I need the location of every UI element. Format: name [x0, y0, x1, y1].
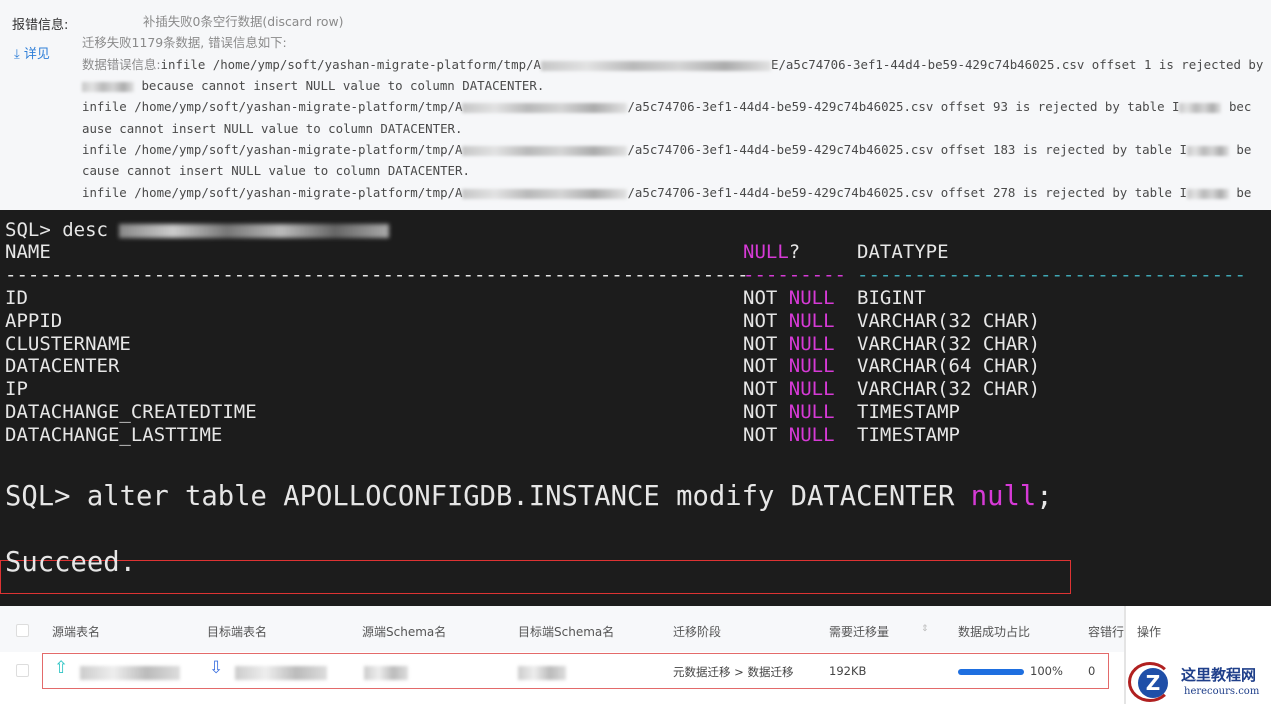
header-error-rows: 容错行 — [1088, 625, 1125, 639]
header-size[interactable]: 需要迁移量 — [829, 623, 889, 640]
header-target-table: 目标端表名 — [207, 625, 268, 639]
log-line: 数据错误信息:infile /home/ymp/soft/yashan-migr… — [82, 57, 1271, 72]
result-message: Succeed. — [5, 547, 136, 578]
fail-summary: 迁移失败1179条数据, 错误信息如下: — [82, 35, 287, 50]
header-source-table: 源端表名 — [52, 625, 101, 639]
log-line: infile /home/ymp/soft/yashan-migrate-pla… — [82, 99, 1252, 114]
alter-command: SQL> alter table APOLLOCONFIGDB.INSTANCE… — [5, 481, 1053, 512]
header-target-schema: 目标端Schema名 — [518, 625, 615, 639]
column-nullable: NOT NULL — [743, 423, 835, 446]
column-name: APPID — [5, 309, 63, 332]
col-type-header: DATATYPE — [857, 241, 949, 263]
log-line: cause cannot insert NULL value to column… — [82, 163, 470, 178]
column-nullable: NOT NULL — [743, 332, 835, 355]
column-name: DATACHANGE_CREATEDTIME — [5, 401, 257, 423]
column-datatype: VARCHAR(32 CHAR) — [857, 378, 1041, 401]
log-line: infile /home/ymp/soft/yashan-migrate-pla… — [82, 142, 1252, 157]
column-datatype: VARCHAR(64 CHAR) — [857, 355, 1041, 378]
column-nullable: NOT NULL — [743, 378, 835, 401]
column-datatype: TIMESTAMP — [857, 423, 960, 446]
details-label: 详见 — [23, 47, 50, 62]
column-name: ID — [5, 287, 28, 309]
column-nullable: NOT NULL — [743, 309, 835, 332]
column-name: CLUSTERNAME — [5, 332, 131, 355]
header-success-ratio: 数据成功占比 — [958, 625, 1031, 639]
row-checkbox[interactable] — [16, 664, 29, 677]
log-line: because cannot insert NULL value to colu… — [82, 79, 544, 93]
log-line: infile /home/ymp/soft/yashan-migrate-pla… — [82, 185, 1252, 200]
column-nullable: NOT NULL — [743, 355, 835, 378]
migration-table: 源端表名 目标端表名 源端Schema名 目标端Schema名 迁移阶段 需要迁… — [0, 606, 1271, 704]
watermark-name: 这里教程网 — [1181, 666, 1257, 684]
separator: --------- — [743, 264, 846, 286]
column-datatype: TIMESTAMP — [857, 401, 960, 423]
header-stage: 迁移阶段 — [673, 625, 722, 639]
column-nullable: NOT NULL — [743, 401, 835, 423]
sort-icon[interactable]: ⇕ — [921, 624, 929, 634]
separator: ---------------------------------- — [857, 264, 1246, 286]
logo-icon: Z — [1138, 668, 1168, 698]
download-icon: ⤓ — [14, 47, 24, 62]
desc-command: SQL> desc — [5, 219, 390, 241]
separator: ----------------------------------------… — [5, 264, 749, 286]
details-link[interactable]: ⤓ 详见 — [14, 43, 50, 62]
error-label: 报错信息: — [12, 18, 69, 33]
highlight-box — [42, 653, 1109, 689]
header-source-schema: 源端Schema名 — [362, 625, 447, 639]
header-actions: 操作 — [1137, 625, 1162, 639]
column-datatype: BIGINT — [857, 287, 926, 309]
terminal: SQL> desc NAME NULL? DATATYPE ----------… — [0, 210, 1271, 606]
discard-row-cn: 补插失败0条空行数据(discard row) — [143, 14, 344, 29]
log-line: ause cannot insert NULL value to column … — [82, 121, 463, 136]
column-datatype: VARCHAR(32 CHAR) — [857, 309, 1041, 332]
highlight-box — [0, 560, 1071, 594]
select-all-checkbox[interactable] — [16, 624, 29, 637]
error-info-panel: 报错信息: ⤓ 详见 补插失败0条空行数据(discard row) 迁移失败1… — [0, 0, 1271, 210]
column-name: DATACENTER — [5, 355, 120, 378]
column-datatype: VARCHAR(32 CHAR) — [857, 332, 1041, 355]
col-name-header: NAME — [5, 241, 51, 263]
watermark-domain: herecours.com — [1184, 686, 1260, 697]
column-name: DATACHANGE_LASTTIME — [5, 423, 223, 446]
column-nullable: NOT NULL — [743, 287, 835, 309]
col-null-header: NULL? — [743, 241, 801, 263]
column-name: IP — [5, 378, 28, 401]
